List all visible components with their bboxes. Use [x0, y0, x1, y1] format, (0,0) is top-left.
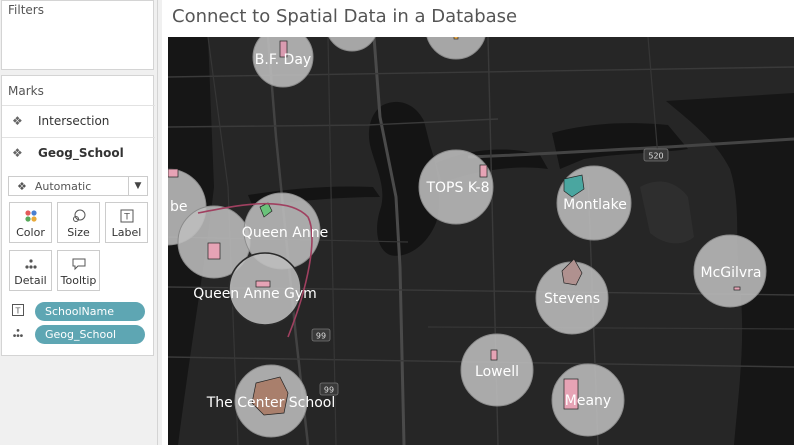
school-label-stevens: Stevens [544, 291, 600, 307]
filters-shelf[interactable]: Filters [1, 0, 154, 70]
label-icon: T [120, 209, 134, 223]
svg-text:T: T [15, 307, 21, 316]
label-button[interactable]: T Label [105, 202, 148, 243]
highway-99-label-1: 99 [316, 332, 326, 341]
color-dots-icon [24, 209, 38, 223]
school-label-queen-anne: Queen Anne [242, 225, 328, 241]
school-label-center-school: The Center School [206, 395, 336, 411]
school-label-mcgilvra: McGilvra [700, 265, 761, 281]
marks-card: Marks ❖ Intersection ❖ Geog_School ❖ Aut… [1, 75, 155, 356]
arterial-2 [168, 118, 499, 128]
size-button[interactable]: Size [57, 202, 100, 243]
mark-type-icon: ❖ [17, 179, 27, 193]
map-canvas[interactable]: 520 99 99 B.F. Day TOPS K-8 Montlake Que… [168, 37, 794, 445]
size-icon [72, 209, 86, 223]
school-parcel-top-2 [453, 37, 459, 40]
color-button[interactable]: Color [9, 202, 52, 243]
page-title: Connect to Spatial Data in a Database [172, 6, 518, 27]
school-label-lowell: Lowell [475, 364, 519, 380]
school-parcel-queen-anne [207, 242, 221, 260]
size-button-label: Size [67, 226, 90, 239]
filters-title: Filters [8, 3, 44, 17]
tooltip-button[interactable]: Tooltip [57, 250, 100, 291]
school-label-be: be [170, 199, 188, 215]
mark-type-dropdown[interactable]: ❖ Automatic ▼ [8, 176, 148, 196]
school-label-queen-anne-gym: Queen Anne Gym [193, 286, 317, 302]
color-button-label: Color [16, 226, 45, 239]
layer-geog-school-label: Geog_School [38, 145, 124, 160]
school-circle-top-1 [328, 37, 376, 52]
detail-icon [11, 327, 25, 342]
arterial-10 [427, 326, 794, 330]
school-parcel-tops [479, 164, 488, 178]
school-label-meany: Meany [565, 393, 611, 409]
school-label-bf-day: B.F. Day [255, 52, 311, 68]
schoolname-pill[interactable]: SchoolName [35, 302, 145, 321]
tooltip-icon [72, 257, 86, 271]
school-parcel-lowell [490, 349, 498, 361]
school-circle-top-2 [426, 37, 486, 60]
highway-99-label-2: 99 [324, 386, 334, 395]
marks-title: Marks [8, 84, 44, 98]
school-label-montlake: Montlake [563, 197, 627, 213]
layer-intersection-label: Intersection [38, 113, 110, 128]
geog-school-pill-row: Geog_School [11, 325, 145, 344]
school-label-tops: TOPS K-8 [425, 180, 489, 196]
map-icon: ❖ [12, 145, 23, 160]
detail-button-label: Detail [14, 274, 47, 287]
detail-icon [24, 257, 38, 271]
mark-type-value: Automatic [34, 179, 92, 193]
schoolname-pill-row: T SchoolName [11, 302, 145, 321]
map-view[interactable]: 520 99 99 B.F. Day TOPS K-8 Montlake Que… [168, 37, 794, 445]
map-icon: ❖ [12, 113, 23, 128]
geog-school-pill[interactable]: Geog_School [35, 325, 145, 344]
arboretum [640, 181, 694, 244]
highway-520-label: 520 [648, 152, 663, 161]
label-button-label: Label [111, 226, 142, 239]
school-parcel-mcgilvra [733, 286, 741, 291]
layer-geog-school[interactable]: ❖ Geog_School [2, 137, 155, 167]
dashboard-area: Connect to Spatial Data in a Database 52… [162, 0, 802, 445]
text-icon: T [11, 304, 25, 319]
chevron-down-icon[interactable]: ▼ [128, 177, 147, 195]
detail-button[interactable]: Detail [9, 250, 52, 291]
school-parcel-be [168, 168, 179, 178]
tooltip-button-label: Tooltip [60, 274, 97, 287]
layer-intersection[interactable]: ❖ Intersection [2, 105, 155, 135]
sidebar: Filters Marks ❖ Intersection ❖ Geog_Scho… [0, 0, 158, 445]
svg-text:T: T [123, 213, 130, 223]
